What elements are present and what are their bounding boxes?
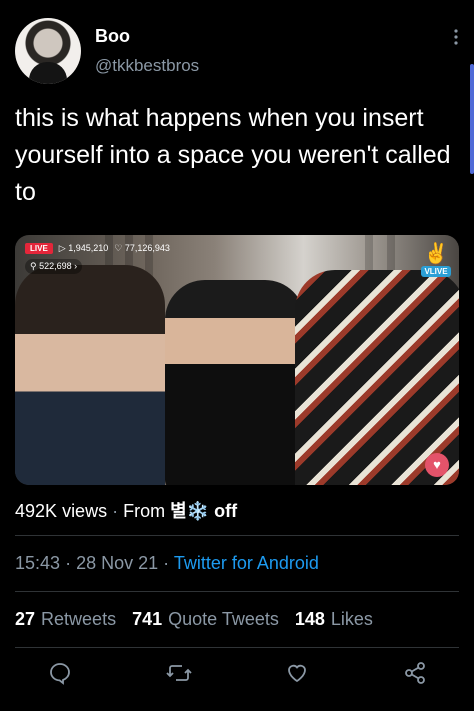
stats-row: 27 Retweets 741 Quote Tweets 148 Likes [15,609,373,630]
retweets-label: Retweets [41,609,117,629]
timestamp-row: 15:43 · 28 Nov 21 · Twitter for Android [15,553,319,574]
views-count: 492K [15,501,58,521]
play-count: ▷ 1,945,210 [58,243,109,253]
views-label: views [62,501,108,521]
author-name[interactable]: Boo [95,26,130,47]
author-avatar[interactable] [15,18,81,84]
tweet-media[interactable]: LIVE ▷ 1,945,210 ♡ 77,126,943 ⚲ 522,698 … [15,235,459,485]
separator-dot: · [65,553,72,573]
quotes-label: Quote Tweets [168,609,279,629]
person-center [165,280,305,485]
person-left [15,265,165,485]
quotes-count: 741 [132,609,163,629]
retweet-icon[interactable] [164,660,194,690]
source-suffix[interactable]: off [214,501,237,521]
heart-count: ♡ 77,126,943 [114,243,170,253]
separator-dot: · [112,501,119,521]
divider [15,535,459,536]
reply-icon[interactable] [45,660,75,690]
divider [15,591,459,592]
action-bar [0,660,474,690]
client-link[interactable]: Twitter for Android [174,553,319,573]
scroll-indicator[interactable] [470,64,474,174]
source-name[interactable]: 별❄️ [170,501,209,521]
tweet-text: this is what happens when you insert you… [15,104,451,206]
tweet-date: 28 Nov 21 [76,553,159,573]
vlive-v-icon: ✌ [423,243,449,265]
vlive-label: VLIVE [421,266,451,277]
tweet-header: Boo @tkkbestbros [15,18,459,84]
likes-count: 148 [294,609,325,629]
from-label: From [123,501,166,521]
vlive-logo: ✌ VLIVE [421,241,451,277]
views-row: 492K views · From 별❄️ off [15,497,237,523]
likes-label: Likes [330,609,373,629]
separator-dot: · [163,553,170,573]
more-vertical-icon[interactable] [453,28,459,51]
retweets-stat[interactable]: 27 Retweets [15,609,116,630]
retweets-count: 27 [15,609,36,629]
live-stats: LIVE ▷ 1,945,210 ♡ 77,126,943 [25,243,170,254]
divider [15,647,459,648]
tweet-time: 15:43 [15,553,61,573]
author-handle[interactable]: @tkkbestbros [95,56,199,76]
quotes-stat[interactable]: 741 Quote Tweets [132,609,279,630]
heart-icon[interactable] [282,660,312,690]
heart-reaction-icon: ♥ [425,453,449,477]
share-icon[interactable] [400,660,430,690]
live-badge: LIVE [25,243,53,254]
viewer-count: ⚲ 522,698 › [25,259,83,274]
likes-stat[interactable]: 148 Likes [295,609,373,630]
